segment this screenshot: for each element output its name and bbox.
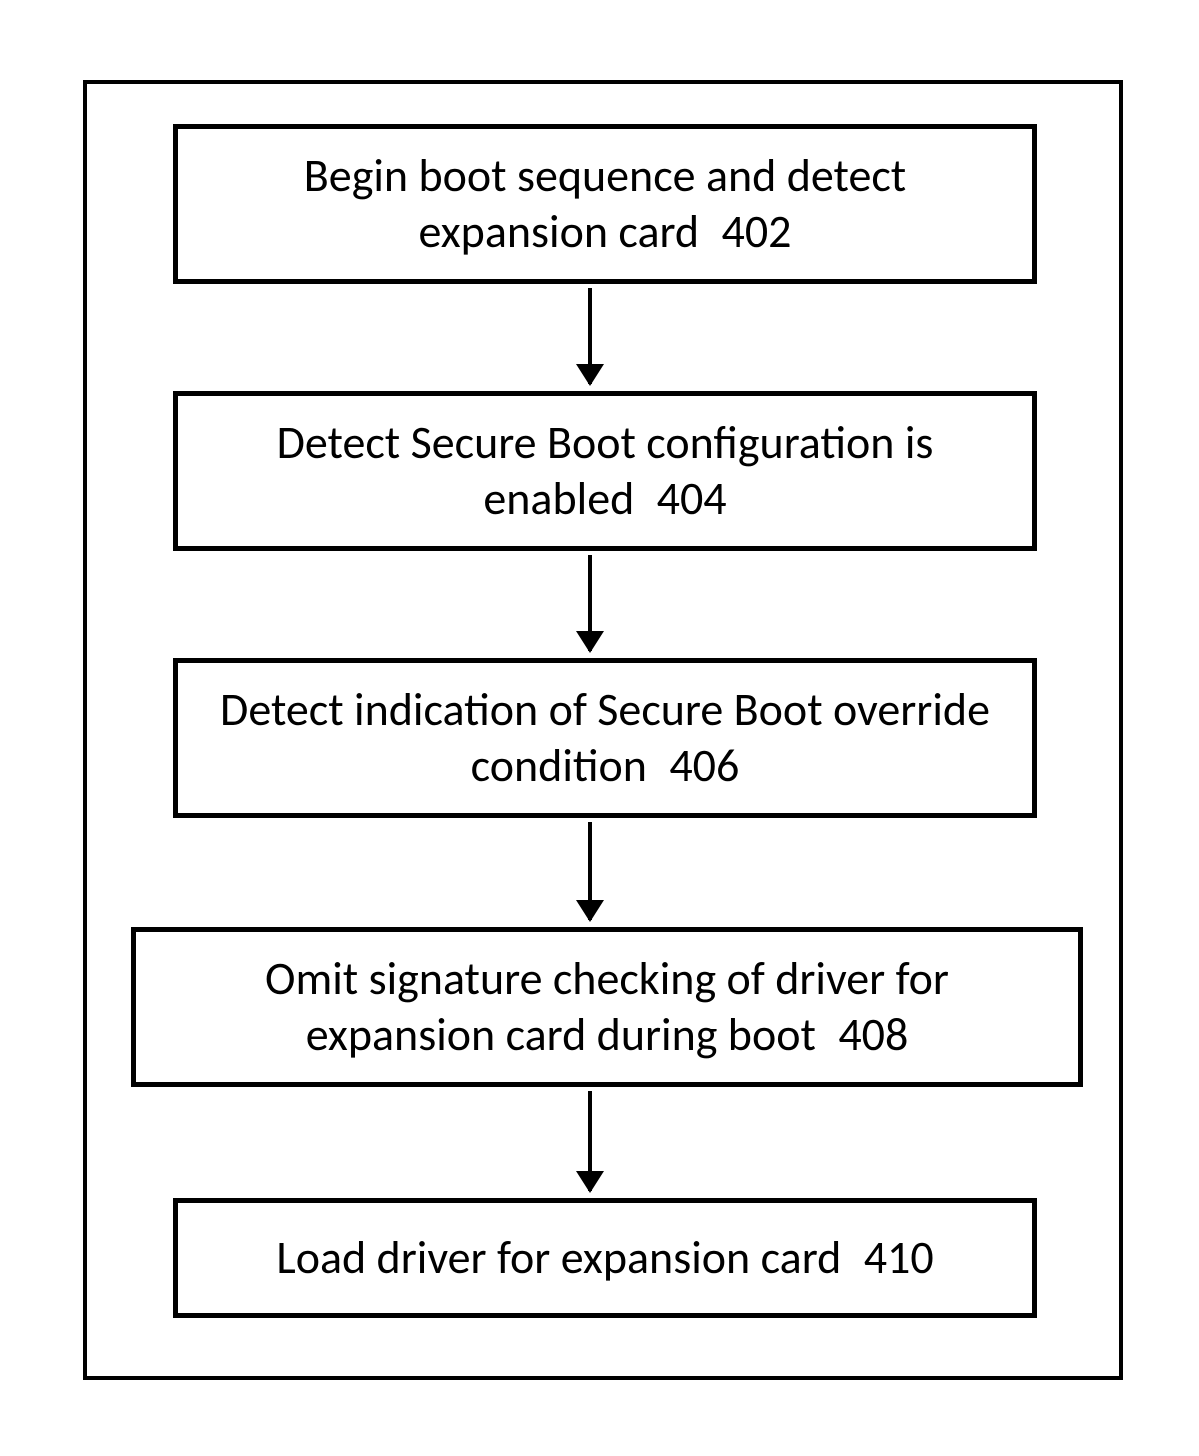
- arrow-down-icon: [588, 288, 592, 384]
- step-ref: 406: [657, 738, 739, 794]
- step-text: Begin boot sequence and detect expansion…: [304, 148, 906, 260]
- step-text: Detect indication of Secure Boot overrid…: [220, 682, 990, 794]
- arrow-down-icon: [588, 1091, 592, 1191]
- flowchart-frame: Begin boot sequence and detect expansion…: [83, 80, 1123, 1380]
- step-detect-secure-boot: Detect Secure Boot configuration is enab…: [173, 391, 1037, 551]
- arrow-down-icon: [588, 822, 592, 920]
- step-omit-signature-check: Omit signature checking of driver for ex…: [131, 927, 1083, 1087]
- step-text: Load driver for expansion card: [276, 1230, 841, 1286]
- step-begin-boot: Begin boot sequence and detect expansion…: [173, 124, 1037, 284]
- step-load-driver: Load driver for expansion card 410: [173, 1198, 1037, 1318]
- step-detect-override: Detect indication of Secure Boot overrid…: [173, 658, 1037, 818]
- step-ref: 410: [852, 1230, 934, 1286]
- step-ref: 402: [710, 204, 792, 260]
- step-ref: 408: [826, 1007, 908, 1063]
- arrow-down-icon: [588, 555, 592, 651]
- step-text: Detect Secure Boot configuration is enab…: [277, 415, 934, 527]
- step-ref: 404: [645, 471, 727, 527]
